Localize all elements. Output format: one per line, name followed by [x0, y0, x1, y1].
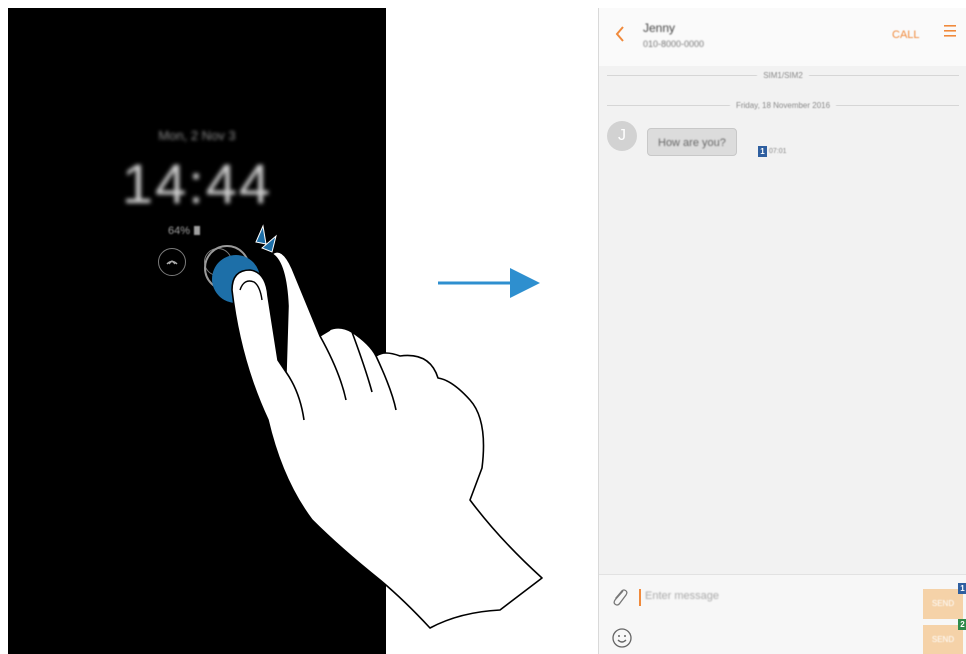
- sim2-badge: 2: [958, 619, 966, 630]
- contact-number: 010-8000-0000: [643, 39, 705, 49]
- battery-icon: [194, 226, 201, 235]
- call-button[interactable]: CALL: [892, 29, 920, 41]
- sim-separator: SIM1/SIM2: [599, 71, 966, 80]
- message-input[interactable]: Enter message: [645, 590, 719, 602]
- aod-battery: 64%: [168, 225, 201, 237]
- sim-separator-label: SIM1/SIM2: [757, 71, 809, 80]
- date-separator-label: Friday, 18 November 2016: [729, 101, 837, 110]
- contact-name: Jenny: [643, 21, 676, 35]
- back-icon[interactable]: [613, 24, 633, 46]
- paperclip-icon[interactable]: [609, 585, 629, 609]
- incoming-message-bubble[interactable]: How are you?: [647, 128, 737, 156]
- message-time: 07:01: [769, 148, 787, 155]
- send-sim1-button[interactable]: SEND: [923, 589, 963, 619]
- send-label: SEND: [931, 635, 955, 644]
- text-cursor: [639, 589, 641, 606]
- aod-date: Mon, 2 Nov 3: [158, 128, 236, 143]
- sim-badge: 1: [758, 146, 767, 157]
- sim1-badge: 1: [958, 583, 966, 594]
- battery-percent: 64%: [168, 225, 191, 237]
- aod-clock: 14:44: [121, 152, 273, 215]
- contact-avatar[interactable]: J: [607, 121, 637, 151]
- send-label: SEND: [931, 599, 955, 608]
- send-sim2-button[interactable]: SEND: [923, 625, 963, 654]
- messages-screen: Jenny 010-8000-0000 CALL SIM1/SIM2 Frida…: [598, 8, 966, 654]
- transition-arrow-icon: [438, 268, 540, 298]
- date-separator: Friday, 18 November 2016: [599, 101, 966, 110]
- emoji-icon[interactable]: [611, 627, 633, 649]
- menu-icon[interactable]: [943, 22, 957, 44]
- compose-bar: Enter message SEND 1 SEND 2: [599, 574, 966, 654]
- conversation-header: Jenny 010-8000-0000 CALL: [599, 8, 966, 66]
- missed-call-icon[interactable]: [158, 248, 186, 276]
- always-on-display-screen: Mon, 2 Nov 3 14:44 64%: [8, 8, 386, 654]
- message-notification-icon[interactable]: [204, 248, 232, 276]
- message-text: How are you?: [658, 137, 726, 149]
